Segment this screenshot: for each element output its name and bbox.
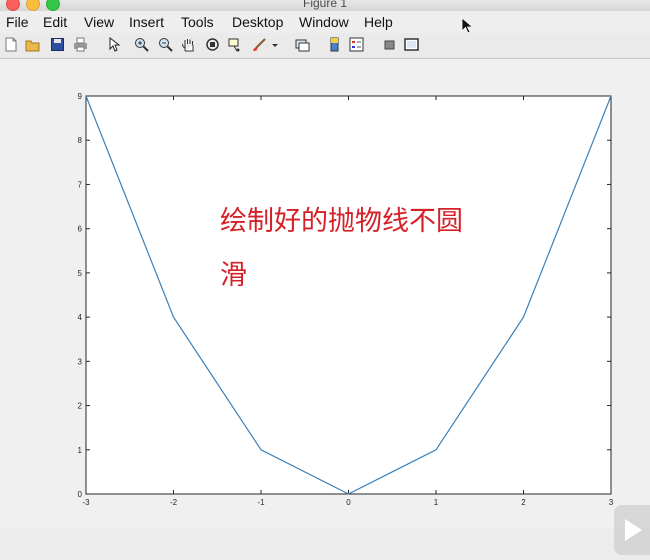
show-plot-tools-icon[interactable] xyxy=(404,37,419,52)
y-tick-label: 5 xyxy=(78,269,83,278)
y-tick-label: 7 xyxy=(78,180,83,189)
menu-desktop[interactable]: Desktop xyxy=(232,14,283,30)
window-title: Figure 1 xyxy=(302,0,348,10)
x-tick-label: 1 xyxy=(434,498,439,507)
y-tick-label: 2 xyxy=(78,402,83,411)
brush-icon[interactable] xyxy=(252,37,267,52)
x-tick-label: -3 xyxy=(82,498,90,507)
menu-edit[interactable]: Edit xyxy=(43,14,67,30)
print-icon[interactable] xyxy=(73,37,88,52)
menu-insert[interactable]: Insert xyxy=(129,14,164,30)
save-icon[interactable] xyxy=(50,37,65,52)
menu-tools[interactable]: Tools xyxy=(181,14,214,30)
x-tick-label: -1 xyxy=(257,498,265,507)
brush-dropdown-icon[interactable] xyxy=(270,37,280,52)
menu-bar: File Edit View Insert Tools Desktop Wind… xyxy=(0,11,650,33)
link-plot-icon[interactable] xyxy=(295,37,310,52)
title-bar: Figure 1 xyxy=(0,0,650,11)
colorbar-icon[interactable] xyxy=(327,37,342,52)
y-tick-label: 0 xyxy=(78,490,83,499)
zoom-out-icon[interactable] xyxy=(158,37,173,52)
y-tick-label: 3 xyxy=(78,357,83,366)
edit-plot-arrow-icon[interactable] xyxy=(106,36,121,52)
data-cursor-icon[interactable] xyxy=(228,37,243,52)
y-tick-label: 1 xyxy=(78,446,83,455)
menu-help[interactable]: Help xyxy=(364,14,393,30)
open-file-icon[interactable] xyxy=(25,37,40,52)
new-figure-icon[interactable] xyxy=(3,37,18,52)
x-tick-label: 2 xyxy=(521,498,526,507)
x-tick-label: 0 xyxy=(346,498,351,507)
x-tick-label: -2 xyxy=(170,498,178,507)
y-tick-label: 4 xyxy=(78,313,83,322)
annotation-text: 绘制好的抛物线不圆 滑 xyxy=(220,195,490,303)
video-play-button[interactable] xyxy=(614,505,650,555)
mouse-pointer-icon xyxy=(461,17,473,34)
menu-view[interactable]: View xyxy=(84,14,114,30)
y-tick-label: 9 xyxy=(78,92,83,101)
zoom-in-icon[interactable] xyxy=(134,37,149,52)
legend-icon[interactable] xyxy=(349,37,364,52)
menu-file[interactable]: File xyxy=(6,14,29,30)
pan-hand-icon[interactable] xyxy=(181,37,196,52)
rotate-3d-icon[interactable] xyxy=(205,37,220,52)
figure-canvas: -3 -2 -1 0 1 2 3 0123456789 绘制好的抛物线不圆 滑 xyxy=(0,59,650,555)
figure-toolbar xyxy=(0,33,650,59)
menu-window[interactable]: Window xyxy=(299,14,349,30)
annotation-line-1: 绘制好的抛物线不圆 xyxy=(220,206,463,237)
y-tick-label: 6 xyxy=(78,225,83,234)
hide-plot-tools-icon[interactable] xyxy=(382,37,397,52)
annotation-line-2: 滑 xyxy=(220,260,247,291)
y-tick-label: 8 xyxy=(78,136,83,145)
